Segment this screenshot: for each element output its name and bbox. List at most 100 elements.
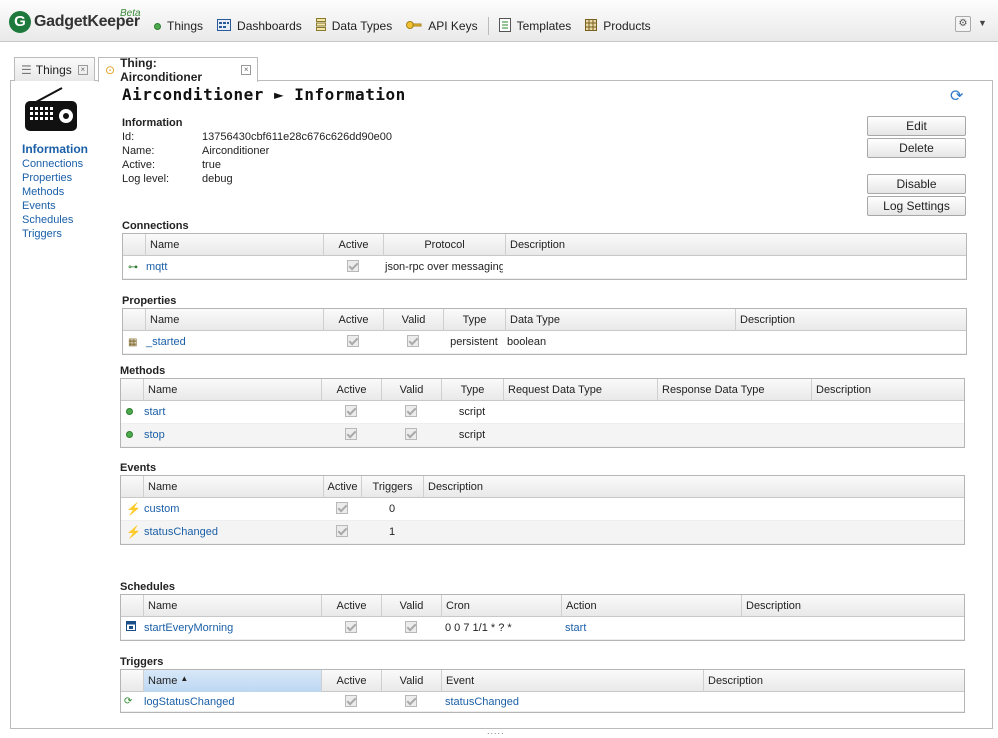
main-nav: Things Dashboards Data Types API Keys Te… — [154, 17, 665, 35]
nav-products[interactable]: Products — [585, 18, 651, 34]
nav-products-label: Products — [603, 19, 651, 33]
nav-api-keys[interactable]: API Keys — [406, 19, 478, 33]
column-header[interactable]: Valid — [383, 309, 443, 331]
trigger-name-link[interactable]: logStatusChanged — [140, 692, 320, 712]
nav-things[interactable]: Things — [154, 19, 203, 33]
method-name-link[interactable]: stop — [140, 424, 320, 447]
chevron-down-icon[interactable]: ▼ — [978, 18, 987, 28]
column-header[interactable]: Description — [741, 595, 965, 617]
column-header[interactable]: Type — [443, 309, 505, 331]
column-header[interactable]: Action — [561, 595, 741, 617]
column-header[interactable]: Description — [703, 670, 965, 692]
column-header[interactable]: Description — [811, 379, 965, 401]
action-link[interactable]: start — [561, 617, 741, 640]
table-row[interactable]: stop script — [121, 424, 964, 447]
section-link-information[interactable]: Information — [22, 142, 88, 157]
column-header-sorted[interactable]: Name ▲ — [143, 670, 321, 692]
column-header[interactable]: Name — [143, 379, 321, 401]
close-icon[interactable]: × — [77, 64, 88, 75]
tab-bar: ☰ Things × ⊙ Thing: Airconditioner × — [10, 56, 993, 84]
table-header: Name Active Valid Type Request Data Type… — [121, 379, 964, 401]
table-row[interactable]: ⟳ logStatusChanged statusChanged — [121, 692, 964, 712]
event-name-link[interactable]: statusChanged — [140, 521, 320, 544]
nav-things-label: Things — [167, 19, 204, 33]
column-header[interactable]: Triggers — [361, 476, 423, 498]
section-link-connections[interactable]: Connections — [22, 157, 88, 171]
lightning-icon: ⚡ — [126, 502, 141, 516]
column-header[interactable]: Type — [441, 379, 503, 401]
column-header[interactable]: Active — [323, 234, 383, 256]
column-header[interactable]: Event — [441, 670, 703, 692]
tab-things[interactable]: ☰ Things × — [14, 57, 95, 81]
section-link-schedules[interactable]: Schedules — [22, 213, 88, 227]
schedule-name-link[interactable]: startEveryMorning — [140, 617, 320, 640]
section-link-events[interactable]: Events — [22, 199, 88, 213]
table-row[interactable]: ▦ _started persistent boolean — [123, 331, 966, 354]
column-header[interactable]: Active — [321, 670, 381, 692]
column-header[interactable]: Valid — [381, 595, 441, 617]
table-row[interactable]: ⚡ custom 0 — [121, 498, 964, 521]
column-header[interactable]: Description — [505, 234, 967, 256]
close-icon[interactable]: × — [241, 65, 251, 75]
column-header[interactable]: Active — [323, 476, 361, 498]
column-header[interactable]: Active — [321, 379, 381, 401]
event-link[interactable]: statusChanged — [441, 692, 701, 712]
connections-table: Name Active Protocol Description ⊶ mqtt … — [122, 233, 967, 280]
table-header: Name ▲ Active Valid Event Description — [121, 670, 964, 692]
column-header[interactable]: Active — [321, 595, 381, 617]
top-bar: G GadgetKeeper Beta Things Dashboards Da… — [0, 0, 998, 42]
connection-name-link[interactable]: mqtt — [142, 256, 322, 279]
info-key: Log level: — [122, 173, 170, 185]
column-header[interactable]: Active — [323, 309, 383, 331]
tab-thing-airconditioner[interactable]: ⊙ Thing: Airconditioner × — [98, 56, 258, 84]
nav-api-keys-label: API Keys — [428, 19, 478, 33]
resize-handle[interactable]: ..... — [487, 726, 505, 736]
page-title: Airconditioner ► Information — [122, 85, 406, 104]
column-header[interactable]: Name — [143, 476, 323, 498]
schedules-heading: Schedules — [120, 581, 176, 593]
info-value: 13756430cbf611e28c676c626dd90e00 — [202, 131, 393, 143]
column-header[interactable]: Cron — [441, 595, 561, 617]
table-row[interactable]: start script — [121, 401, 964, 424]
properties-table: Name Active Valid Type Data Type Descrip… — [122, 308, 967, 355]
section-nav: Information Connections Properties Metho… — [22, 142, 88, 241]
valid-checkbox — [381, 401, 441, 424]
column-header[interactable]: Name — [143, 595, 321, 617]
delete-button[interactable]: Delete — [867, 138, 966, 158]
info-row: Id: 13756430cbf611e28c676c626dd90e00 — [122, 130, 392, 144]
nav-dashboards[interactable]: Dashboards — [217, 18, 302, 34]
column-header[interactable]: Name — [145, 234, 325, 256]
method-name-link[interactable]: start — [140, 401, 320, 424]
info-heading: Information — [122, 117, 183, 129]
section-link-properties[interactable]: Properties — [22, 171, 88, 185]
beta-badge: Beta — [120, 8, 141, 19]
column-header[interactable]: Description — [423, 476, 965, 498]
table-row[interactable]: ⚡ statusChanged 1 — [121, 521, 964, 544]
column-header[interactable]: Valid — [381, 670, 441, 692]
table-row[interactable]: startEveryMorning 0 0 7 1/1 * ? * start — [121, 617, 964, 640]
table-row[interactable]: ⊶ mqtt json-rpc over messaging — [123, 256, 966, 279]
property-name-link[interactable]: _started — [142, 331, 322, 354]
log-settings-button[interactable]: Log Settings — [867, 196, 966, 216]
refresh-icon[interactable]: ⟳ — [950, 86, 963, 106]
column-header[interactable]: Description — [735, 309, 967, 331]
nav-data-types[interactable]: Data Types — [315, 17, 392, 35]
column-header[interactable]: Valid — [381, 379, 441, 401]
info-row: Active: true — [122, 158, 392, 172]
column-header[interactable]: Name — [145, 309, 323, 331]
section-link-methods[interactable]: Methods — [22, 185, 88, 199]
gear-icon[interactable]: ⚙ — [955, 16, 971, 32]
edit-button[interactable]: Edit — [867, 116, 966, 136]
column-header[interactable]: Data Type — [505, 309, 735, 331]
column-header[interactable]: Protocol — [383, 234, 505, 256]
valid-checkbox — [381, 424, 441, 447]
data-type-cell: boolean — [507, 336, 547, 348]
disable-button[interactable]: Disable — [867, 174, 966, 194]
section-link-triggers[interactable]: Triggers — [22, 227, 88, 241]
active-checkbox — [323, 256, 383, 279]
column-header[interactable]: Response Data Type — [657, 379, 811, 401]
column-header[interactable]: Request Data Type — [503, 379, 657, 401]
nav-templates[interactable]: Templates — [498, 17, 571, 35]
green-dot-icon — [126, 401, 133, 424]
event-name-link[interactable]: custom — [140, 498, 320, 521]
